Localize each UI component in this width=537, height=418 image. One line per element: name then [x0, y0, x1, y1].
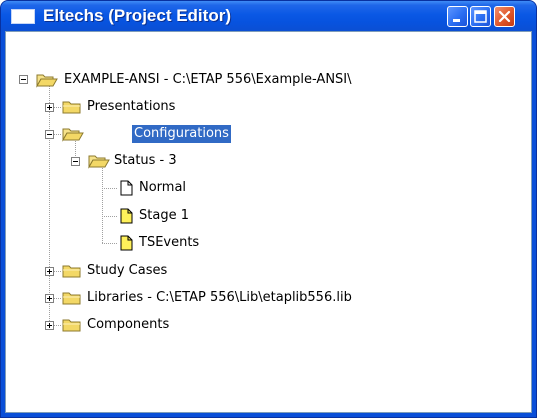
collapse-toggle[interactable]: [71, 157, 80, 166]
tree-node-presentations[interactable]: Presentations: [6, 98, 531, 116]
tree-node-status[interactable]: Status - 3: [6, 152, 531, 170]
maximize-icon: [474, 10, 487, 23]
tree-node-stage-1-label: Stage 1: [139, 208, 189, 223]
expand-toggle[interactable]: [45, 267, 54, 276]
tree-node-root[interactable]: EXAMPLE-ANSI - C:\ETAP 556\Example-ANSI\: [6, 71, 531, 89]
window-title: Eltechs (Project Editor): [43, 6, 231, 25]
project-tree[interactable]: EXAMPLE-ANSI - C:\ETAP 556\Example-ANSI\…: [6, 32, 531, 412]
tree-node-normal[interactable]: Normal: [6, 179, 531, 197]
expand-toggle[interactable]: [45, 103, 54, 112]
tree-node-tsevents[interactable]: TSEvents: [6, 234, 531, 252]
project-editor-window: Eltechs (Project Editor) EXAMPLE-ANSI - …: [0, 0, 537, 418]
folder-icon: [62, 265, 81, 278]
close-button[interactable]: [494, 6, 515, 27]
tree-node-study-cases-label: Study Cases: [87, 263, 168, 278]
expand-toggle[interactable]: [45, 294, 54, 303]
tree-node-presentations-label: Presentations: [87, 99, 176, 114]
tree-node-root-label: EXAMPLE-ANSI - C:\ETAP 556\Example-ANSI\: [64, 72, 352, 87]
open-folder-icon: [88, 155, 110, 169]
tree-node-configurations-label: Configurations: [132, 125, 231, 143]
tree-node-components-label: Components: [87, 317, 170, 332]
tree-node-study-cases[interactable]: Study Cases: [6, 262, 531, 280]
window-icon: [11, 9, 35, 24]
tree-node-status-label: Status - 3: [114, 153, 177, 168]
yellow-document-icon: [120, 208, 133, 224]
yellow-document-icon: [120, 235, 133, 251]
title-bar[interactable]: Eltechs (Project Editor): [1, 1, 536, 31]
tree-node-libraries-label: Libraries - C:\ETAP 556\Lib\etaplib556.l…: [87, 290, 352, 305]
tree-view-panel[interactable]: EXAMPLE-ANSI - C:\ETAP 556\Example-ANSI\…: [5, 31, 532, 413]
tree-node-tsevents-label: TSEvents: [139, 235, 200, 250]
collapse-toggle[interactable]: [19, 75, 28, 84]
tree-node-components[interactable]: Components: [6, 316, 531, 334]
folder-icon: [62, 292, 81, 305]
maximize-button[interactable]: [470, 6, 491, 27]
folder-icon: [62, 319, 81, 332]
tree-node-libraries[interactable]: Libraries - C:\ETAP 556\Lib\etaplib556.l…: [6, 289, 531, 307]
open-folder-icon: [62, 128, 84, 142]
minimize-button[interactable]: [447, 6, 468, 27]
minimize-icon: [453, 19, 460, 22]
folder-icon: [62, 101, 81, 114]
document-icon: [120, 180, 133, 196]
collapse-toggle[interactable]: [45, 130, 54, 139]
expand-toggle[interactable]: [45, 321, 54, 330]
tree-node-normal-label: Normal: [139, 180, 187, 195]
open-folder-icon: [36, 74, 58, 88]
close-icon: [498, 10, 511, 23]
tree-node-stage-1[interactable]: Stage 1: [6, 207, 531, 225]
tree-node-configurations[interactable]: Configurations: [6, 125, 531, 143]
